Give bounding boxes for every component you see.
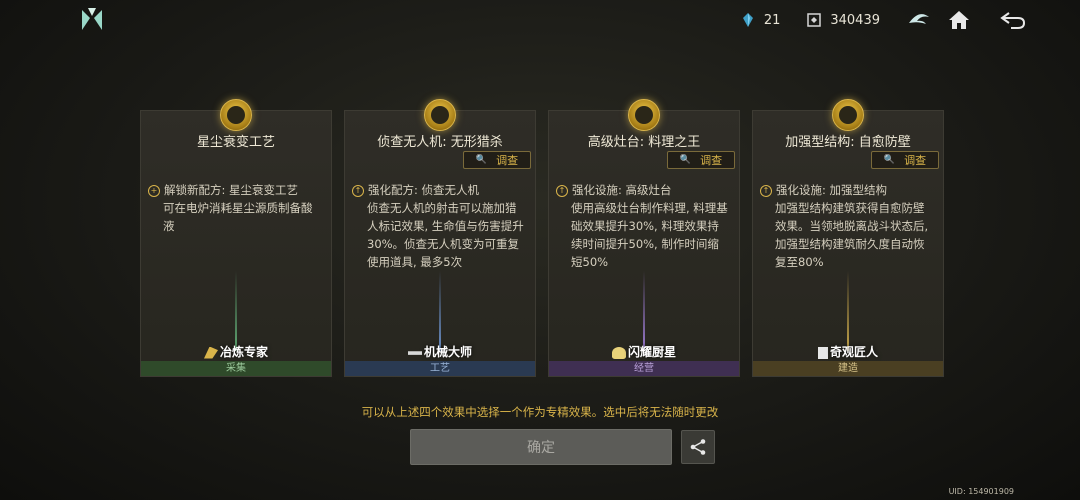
home-icon[interactable] — [946, 7, 972, 33]
card-glow — [643, 271, 645, 351]
card-title: 高级灶台: 料理之王 — [587, 135, 701, 150]
upgrade-icon: ↑ — [556, 184, 568, 197]
logo-icon — [82, 8, 102, 30]
inspect-label: 调查 — [496, 154, 519, 167]
specialty-card-smelting[interactable]: 星尘衰变工艺 + 解锁新配方: 星尘衰变工艺 可在电炉消耗星尘源质制备酸液 冶炼专… — [140, 99, 332, 377]
card-desc-body: 侦查无人机的射击可以施加猎人标记效果, 生命值与伤害提升30%。侦查无人机变为可… — [367, 201, 524, 269]
card-desc-head: 强化设施: 高级灶台 — [572, 183, 672, 197]
card-glow — [439, 271, 441, 351]
card-badge-label: 冶炼专家 — [219, 345, 268, 359]
specialty-card-cooking[interactable]: 高级灶台: 料理之王 🔍 调查 ↑ 强化设施: 高级灶台 使用高级灶台制作料理, 料… — [548, 99, 740, 377]
smelting-badge-icon — [203, 346, 218, 359]
user-id: UID: 154901909 — [948, 487, 1014, 496]
card-glow — [847, 271, 849, 351]
upgrade-icon: ↑ — [352, 184, 364, 197]
confirm-button[interactable]: 确定 — [410, 429, 672, 465]
card-badge-label: 闪耀厨星 — [627, 345, 676, 359]
currency-icon — [807, 13, 822, 27]
card-description: ↑ 强化设施: 高级灶台 使用高级灶台制作料理, 料理基础效果提升30%, 料理效… — [556, 181, 729, 271]
card-desc-head: 强化配方: 侦查无人机 — [368, 183, 480, 197]
selection-note: 可以从上述四个效果中选择一个作为专精效果。选中后将无法随时更改 — [361, 405, 719, 419]
card-category: 经营 — [549, 361, 739, 376]
resource-crystal-value: 21 — [763, 12, 781, 28]
card-desc-head: 解锁新配方: 星尘衰变工艺 — [164, 183, 299, 197]
card-desc-body: 可在电炉消耗星尘源质制备酸液 — [163, 201, 313, 233]
card-badge: 闪耀厨星 — [549, 343, 739, 360]
share-icon — [690, 439, 706, 455]
search-icon: 🔍 — [475, 155, 488, 165]
card-category: 工艺 — [345, 361, 535, 376]
card-medal-icon — [832, 99, 864, 131]
resource-currency-value: 340439 — [830, 12, 880, 28]
card-medal-icon — [220, 99, 252, 131]
card-badge: 机械大师 — [345, 343, 535, 360]
card-description: + 解锁新配方: 星尘衰变工艺 可在电炉消耗星尘源质制备酸液 — [148, 181, 321, 235]
inspect-button[interactable]: 🔍 调查 — [871, 151, 939, 169]
card-category: 采集 — [141, 361, 331, 376]
top-bar: 21 340439 — [740, 6, 1080, 34]
card-glow — [235, 271, 237, 351]
unlock-icon: + — [148, 184, 160, 197]
card-desc-head: 强化设施: 加强型结构 — [776, 183, 888, 197]
upgrade-icon: ↑ — [760, 184, 772, 197]
card-medal-icon — [628, 99, 660, 131]
card-desc-body: 加强型结构建筑获得自愈防壁效果。当领地脱离战斗状态后, 加强型结构建筑耐久度自动… — [775, 201, 929, 269]
inspect-label: 调查 — [700, 154, 723, 167]
card-description: ↑ 强化设施: 加强型结构 加强型结构建筑获得自愈防壁效果。当领地脱离战斗状态后,… — [760, 181, 933, 271]
search-icon: 🔍 — [679, 155, 692, 165]
card-badge: 冶炼专家 — [141, 343, 331, 360]
card-medal-icon — [424, 99, 456, 131]
emblem-icon[interactable] — [906, 7, 932, 33]
inspect-label: 调查 — [904, 154, 927, 167]
card-desc-body: 使用高级灶台制作料理, 料理基础效果提升30%, 料理效果持续时间提升50%, … — [571, 201, 728, 269]
card-description: ↑ 强化配方: 侦查无人机 侦查无人机的射击可以施加猎人标记效果, 生命值与伤害提… — [352, 181, 525, 271]
inspect-button[interactable]: 🔍 调查 — [463, 151, 531, 169]
card-title: 星尘衰变工艺 — [196, 135, 275, 150]
card-category: 建造 — [753, 361, 943, 376]
resource-currency: 340439 — [806, 12, 880, 28]
card-badge: 奇观匠人 — [753, 343, 943, 360]
share-button[interactable] — [681, 430, 715, 464]
search-icon: 🔍 — [883, 155, 896, 165]
card-title: 加强型结构: 自愈防壁 — [785, 135, 911, 150]
drone-badge-icon — [407, 351, 422, 355]
back-icon[interactable] — [996, 7, 1028, 33]
card-badge-label: 机械大师 — [423, 345, 472, 359]
card-title: 侦查无人机: 无形猎杀 — [377, 135, 503, 150]
cooking-badge-icon — [611, 346, 626, 359]
resource-crystal: 21 — [740, 12, 781, 28]
inspect-button[interactable]: 🔍 调查 — [667, 151, 735, 169]
card-badge-label: 奇观匠人 — [829, 345, 878, 359]
specialty-card-crafting[interactable]: 侦查无人机: 无形猎杀 🔍 调查 ↑ 强化配方: 侦查无人机 侦查无人机的射击可以施… — [344, 99, 536, 377]
crystal-icon — [742, 13, 753, 27]
specialty-card-building[interactable]: 加强型结构: 自愈防壁 🔍 调查 ↑ 强化设施: 加强型结构 加强型结构建筑获得自愈… — [752, 99, 944, 377]
building-badge-icon — [817, 346, 828, 359]
